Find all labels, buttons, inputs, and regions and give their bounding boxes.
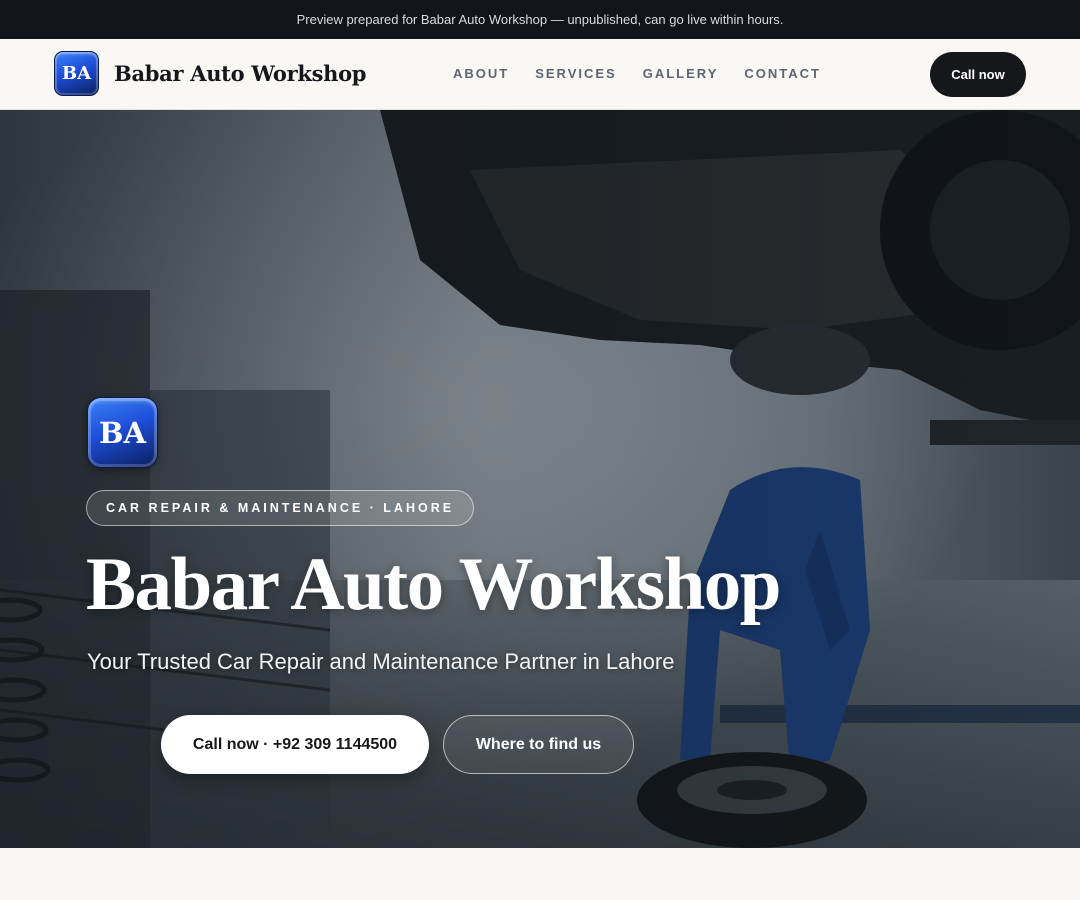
find-us-button[interactable]: Where to find us: [443, 715, 634, 774]
hero-title: Babar Auto Workshop: [86, 543, 782, 626]
hero-section: BA CAR REPAIR & MAINTENANCE · LAHORE Bab…: [0, 110, 1080, 848]
next-section: [0, 848, 1080, 900]
hero-logo: BA: [87, 397, 158, 468]
hero-subtitle: Your Trusted Car Repair and Maintenance …: [87, 649, 675, 674]
announcement-text: Preview prepared for Babar Auto Workshop…: [296, 12, 784, 27]
announcement-bar: Preview prepared for Babar Auto Workshop…: [0, 0, 1080, 39]
nav-link-contact[interactable]: CONTACT: [744, 66, 821, 81]
brand-name: Babar Auto Workshop: [114, 61, 367, 86]
nav-link-gallery[interactable]: GALLERY: [643, 66, 719, 81]
nav-link-services[interactable]: SERVICES: [535, 66, 617, 81]
hero-tagline-text: CAR REPAIR & MAINTENANCE · LAHORE: [106, 501, 455, 515]
site-header: BA Babar Auto Workshop ABOUT SERVICES GA…: [0, 39, 1080, 110]
nav-link-about[interactable]: ABOUT: [453, 66, 509, 81]
brand[interactable]: BA Babar Auto Workshop: [54, 51, 366, 96]
call-now-button[interactable]: Call now: [930, 52, 1026, 97]
brand-logo: BA: [54, 51, 99, 96]
hero-tagline: CAR REPAIR & MAINTENANCE · LAHORE: [86, 490, 475, 526]
main-nav: ABOUT SERVICES GALLERY CONTACT: [453, 66, 821, 81]
call-phone-button[interactable]: Call now · +92 309 1144500: [161, 715, 429, 774]
